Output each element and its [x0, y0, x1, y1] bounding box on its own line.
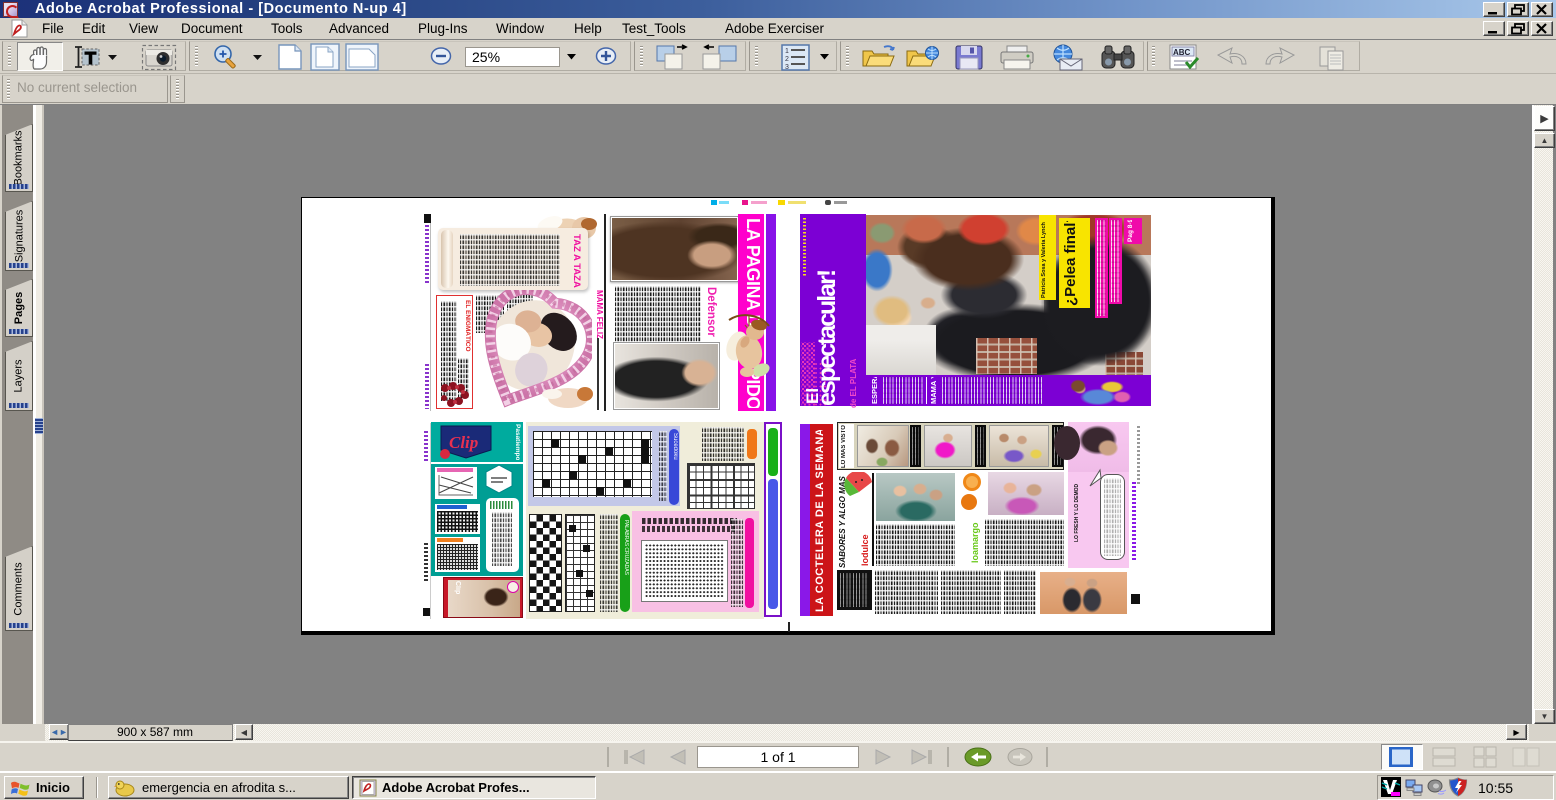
svg-text:3: 3 [785, 64, 789, 71]
svg-text:ABC: ABC [1173, 48, 1191, 57]
svg-text:Clip: Clip [449, 433, 478, 452]
svg-text:2: 2 [785, 56, 789, 63]
svg-text:1: 1 [785, 48, 789, 55]
